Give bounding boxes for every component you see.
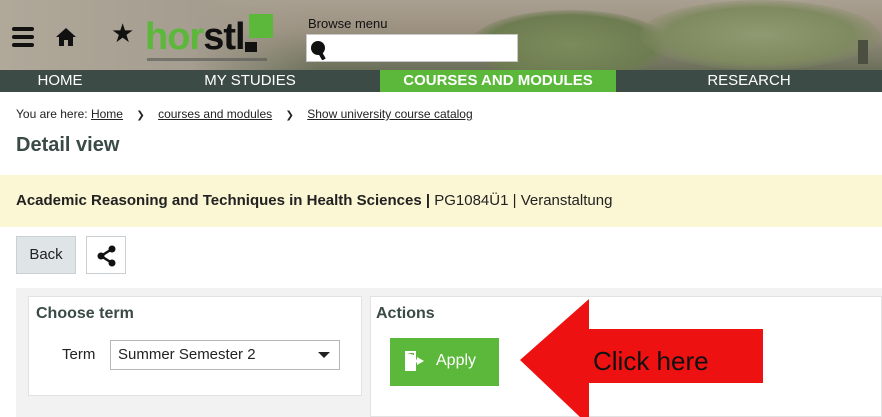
course-name: Academic Reasoning and Techniques in Hea… <box>16 192 422 209</box>
breadcrumb-link-course-catalog[interactable]: Show university course catalog <box>307 107 472 121</box>
course-code: PG1084Ü1 <box>434 192 509 209</box>
browse-menu-label: Browse menu <box>308 16 388 31</box>
term-select-value: Summer Semester 2 <box>118 346 256 363</box>
annotation-text: Click here <box>593 346 709 376</box>
chevron-right-icon: ❯ <box>285 110 294 121</box>
back-button[interactable]: Back <box>16 236 76 274</box>
page-title: Detail view <box>16 134 120 156</box>
breadcrumb: You are here: Home ❯ courses and modules… <box>16 107 473 121</box>
logo-text-stl: stl <box>203 16 245 58</box>
course-separator: | <box>421 192 435 209</box>
course-type: Veranstaltung <box>520 192 613 209</box>
nav-item-courses-and-modules[interactable]: COURSES AND MODULES <box>380 70 616 92</box>
header-background-tree <box>640 0 880 70</box>
term-label: Term <box>62 346 96 363</box>
logo-tagline <box>147 58 267 61</box>
horstl-logo[interactable]: horstl <box>145 14 280 66</box>
actions-heading: Actions <box>376 305 435 322</box>
course-info: Academic Reasoning and Techniques in Hea… <box>16 192 612 209</box>
logo-square-green <box>249 14 273 38</box>
search-input[interactable] <box>306 34 518 62</box>
chevron-right-icon: ❯ <box>136 110 145 121</box>
apply-button-label: Apply <box>436 352 477 369</box>
share-icon <box>97 245 116 267</box>
breadcrumb-link-courses-and-modules[interactable]: courses and modules <box>158 107 272 121</box>
share-button[interactable] <box>86 236 126 274</box>
chevron-down-icon[interactable] <box>318 352 330 358</box>
nav-item-home[interactable]: HOME <box>0 70 120 92</box>
home-icon[interactable] <box>55 26 77 48</box>
course-separator: | <box>508 192 521 209</box>
breadcrumb-link-home[interactable]: Home <box>91 107 123 121</box>
nav-item-my-studies[interactable]: MY STUDIES <box>120 70 380 92</box>
search-icon[interactable] <box>310 40 328 61</box>
menu-icon[interactable] <box>12 27 34 47</box>
logo-square-dark <box>245 42 257 52</box>
logo-text-hor: hor <box>145 16 204 58</box>
star-icon[interactable]: ★ <box>111 20 134 46</box>
header-background-post <box>858 40 868 64</box>
choose-term-heading: Choose term <box>36 305 134 322</box>
nav-item-research[interactable]: RESEARCH <box>616 70 882 92</box>
door-enter-icon <box>402 349 426 378</box>
main-nav: HOME MY STUDIES COURSES AND MODULES RESE… <box>0 70 882 92</box>
breadcrumb-prefix: You are here: <box>16 107 88 121</box>
